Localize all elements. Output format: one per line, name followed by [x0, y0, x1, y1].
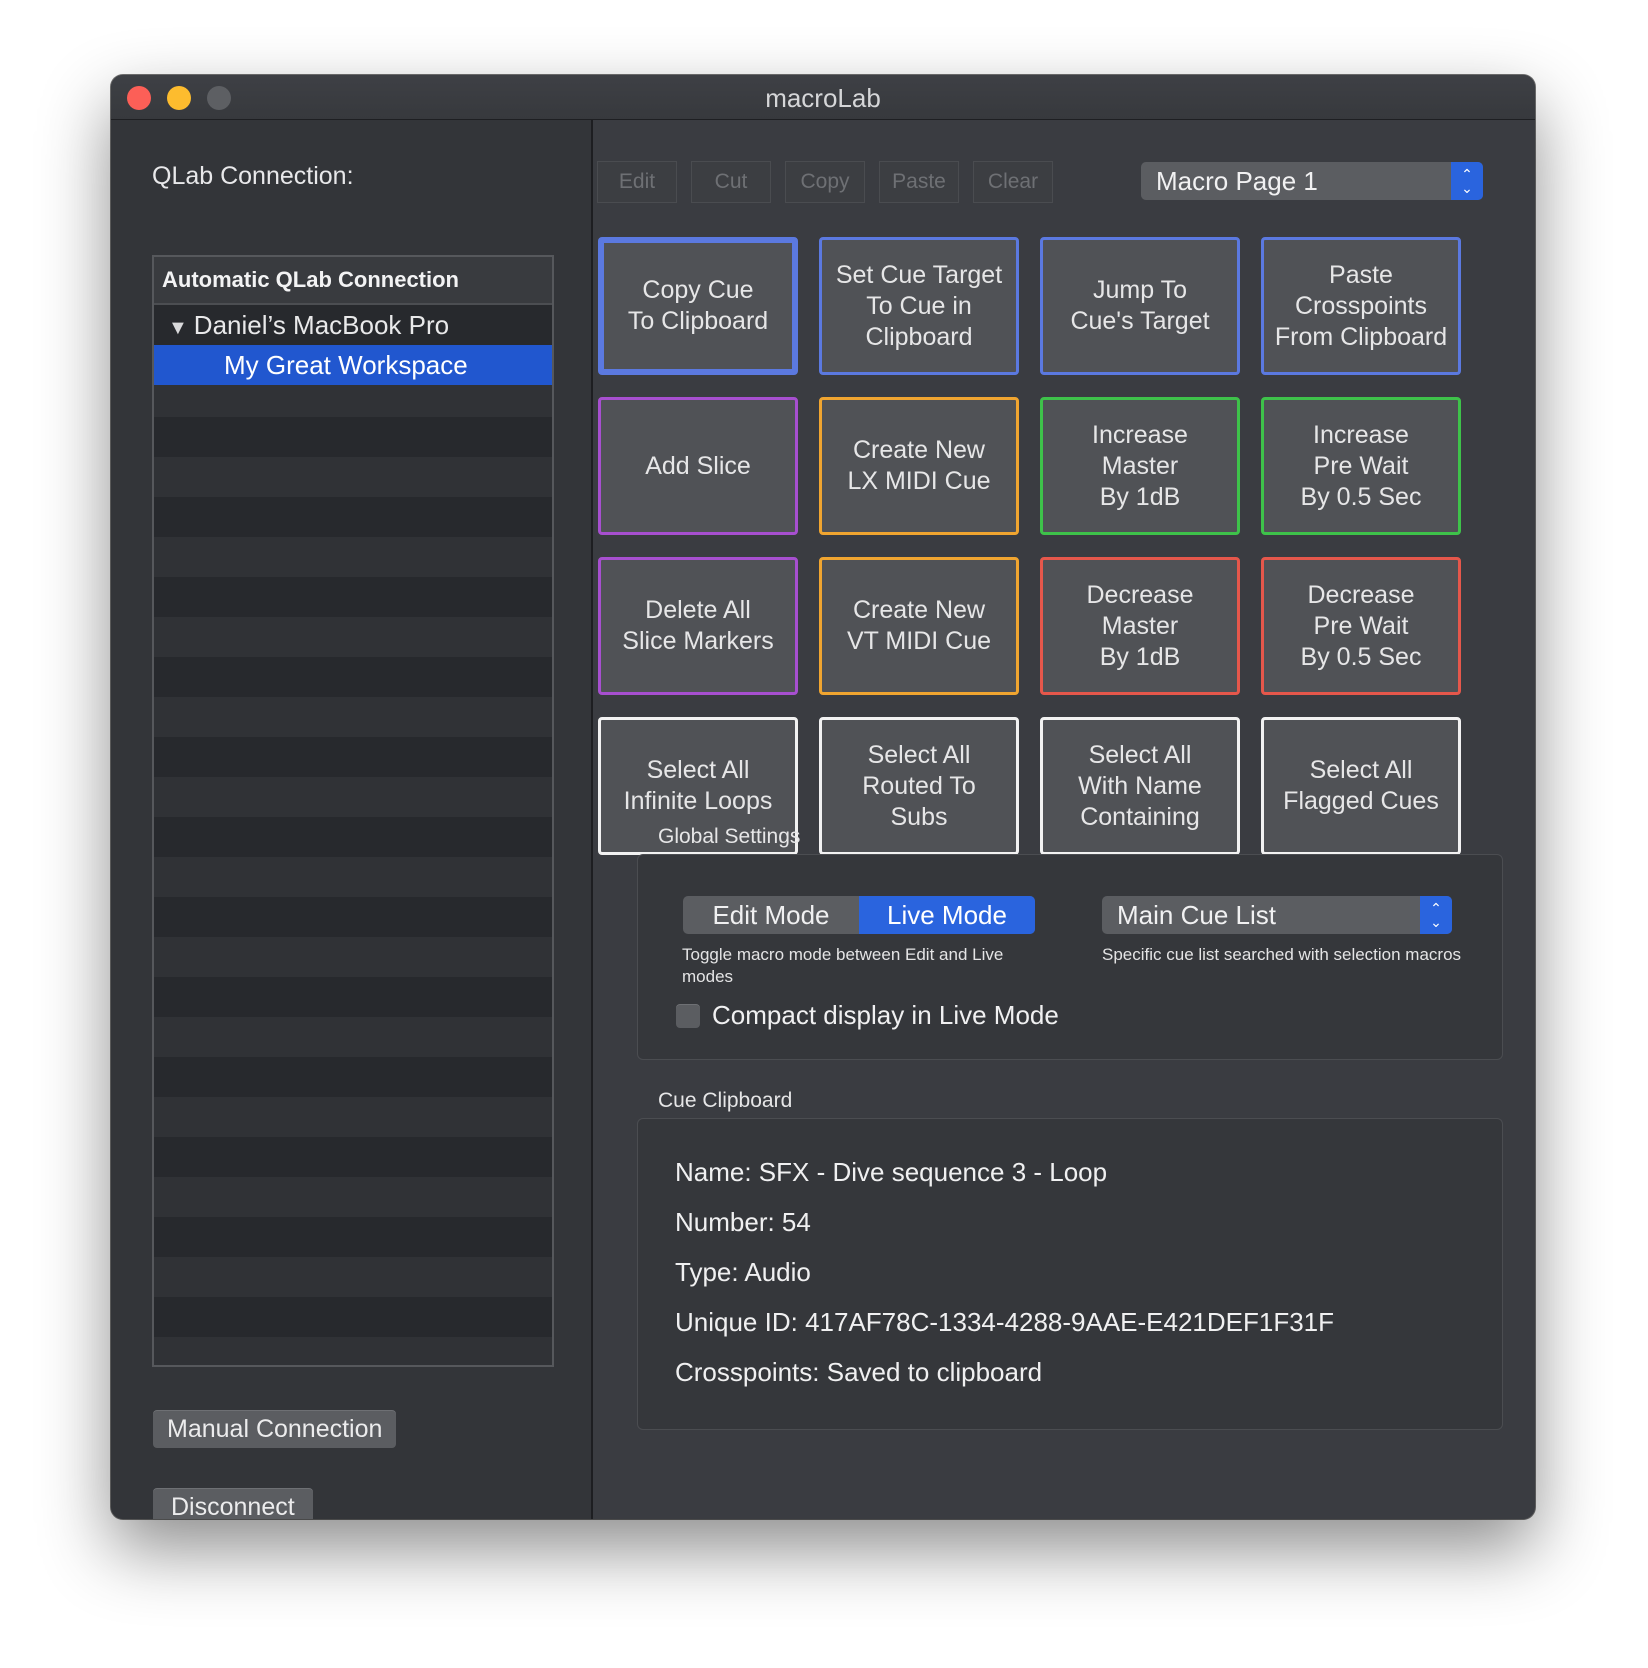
- macro-page-select-value: Macro Page 1: [1156, 166, 1318, 196]
- macro-button-6[interactable]: Create New LX MIDI Cue: [819, 397, 1019, 535]
- cue-clipboard-box: Name: SFX - Dive sequence 3 - Loop Numbe…: [637, 1118, 1503, 1430]
- macro-button-3[interactable]: Jump To Cue's Target: [1040, 237, 1240, 375]
- compact-display-checkbox[interactable]: [676, 1003, 700, 1028]
- connection-table[interactable]: Automatic QLab Connection ▼ Daniel’s MacB…: [152, 255, 554, 1367]
- disclosure-triangle-icon[interactable]: ▼: [168, 317, 188, 339]
- select-stepper-icon: ⌃ ⌄: [1420, 896, 1452, 934]
- qlab-connection-label: QLab Connection:: [152, 162, 354, 190]
- clipboard-unique-id: Unique ID: 417AF78C-1334-4288-9AAE-E421D…: [675, 1307, 1335, 1337]
- edit-button[interactable]: Edit: [597, 161, 677, 203]
- macro-button-16[interactable]: Select All Flagged Cues: [1261, 717, 1461, 855]
- connection-table-header: Automatic QLab Connection: [154, 257, 552, 305]
- macro-button-2[interactable]: Set Cue Target To Cue in Clipboard: [819, 237, 1019, 375]
- macro-page-select[interactable]: Macro Page 1 ⌃ ⌄: [1141, 162, 1483, 200]
- edit-mode-segment[interactable]: Edit Mode: [683, 896, 859, 934]
- macro-button-10[interactable]: Create New VT MIDI Cue: [819, 557, 1019, 695]
- paste-button[interactable]: Paste: [879, 161, 959, 203]
- clipboard-crosspoints: Crosspoints: Saved to clipboard: [675, 1357, 1043, 1387]
- manual-connection-button[interactable]: Manual Connection: [153, 1410, 397, 1448]
- macro-button-8[interactable]: Increase Pre Wait By 0.5 Sec: [1261, 397, 1461, 535]
- live-mode-segment[interactable]: Live Mode: [859, 896, 1035, 934]
- clear-button[interactable]: Clear: [973, 161, 1053, 203]
- disconnect-button[interactable]: Disconnect: [153, 1488, 313, 1519]
- macro-button-9[interactable]: Delete All Slice Markers: [598, 557, 798, 695]
- global-settings-title: Global Settings: [658, 825, 801, 848]
- macro-button-5[interactable]: Add Slice: [598, 397, 798, 535]
- macro-button-11[interactable]: Decrease Master By 1dB: [1040, 557, 1240, 695]
- compact-display-option[interactable]: Compact display in Live Mode: [676, 1000, 1059, 1031]
- machine-name: Daniel’s MacBook Pro: [193, 310, 450, 340]
- macro-button-7[interactable]: Increase Master By 1dB: [1040, 397, 1240, 535]
- macro-button-12[interactable]: Decrease Pre Wait By 0.5 Sec: [1261, 557, 1461, 695]
- macro-button-14[interactable]: Select All Routed To Subs: [819, 717, 1019, 855]
- clipboard-type: Type: Audio: [675, 1257, 811, 1287]
- mode-segmented-control[interactable]: Edit Mode Live Mode: [683, 896, 1035, 934]
- app-window: macroLab QLab Connection: Automatic QLab…: [111, 75, 1535, 1519]
- select-stepper-icon: ⌃ ⌄: [1451, 162, 1483, 200]
- cue-clipboard-title: Cue Clipboard: [658, 1089, 793, 1112]
- compact-display-label: Compact display in Live Mode: [712, 1000, 1059, 1030]
- machine-row[interactable]: ▼ Daniel’s MacBook Pro: [154, 305, 552, 345]
- workspace-row[interactable]: My Great Workspace: [154, 345, 552, 385]
- clipboard-name: Name: SFX - Dive sequence 3 - Loop: [675, 1157, 1108, 1187]
- connection-sidebar: QLab Connection: Automatic QLab Connecti…: [111, 120, 593, 1519]
- global-settings-box: Edit Mode Live Mode Toggle macro mode be…: [637, 854, 1503, 1060]
- copy-button[interactable]: Copy: [785, 161, 865, 203]
- title-bar: macroLab: [111, 75, 1535, 120]
- cue-list-help-text: Specific cue list searched with selectio…: [1102, 945, 1462, 964]
- macro-button-1[interactable]: Copy Cue To Clipboard: [598, 237, 798, 375]
- macro-button-4[interactable]: Paste Crosspoints From Clipboard: [1261, 237, 1461, 375]
- mode-help-text: Toggle macro mode between Edit and Live …: [682, 945, 1004, 986]
- window-title: macroLab: [765, 83, 881, 113]
- cut-button[interactable]: Cut: [691, 161, 771, 203]
- cue-list-select-value: Main Cue List: [1117, 900, 1276, 930]
- macro-button-15[interactable]: Select All With Name Containing: [1040, 717, 1240, 855]
- cue-list-select[interactable]: Main Cue List ⌃ ⌄: [1102, 896, 1452, 934]
- clipboard-number: Number: 54: [675, 1207, 811, 1237]
